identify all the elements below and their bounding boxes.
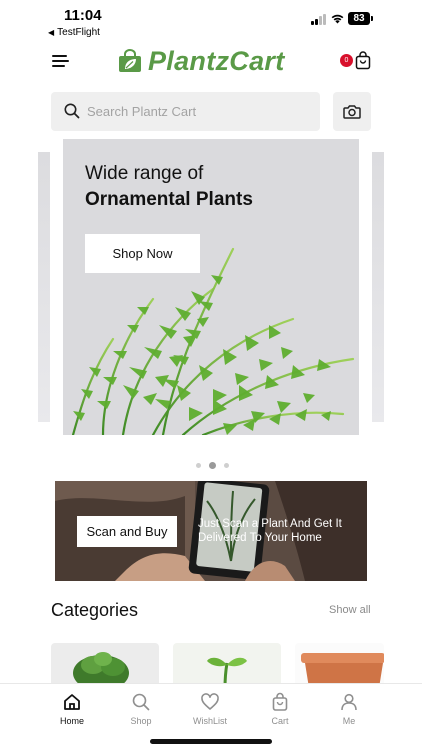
scan-banner-text: Just Scan a Plant And Get It Delivered T… [198, 518, 342, 544]
bag-icon [272, 692, 288, 711]
logo-text: PlantzCart [148, 45, 285, 76]
carousel-next-slide[interactable] [372, 152, 384, 422]
carousel-dot[interactable] [224, 463, 229, 469]
search-icon [64, 103, 80, 119]
hamburger-menu-icon[interactable] [52, 55, 69, 67]
home-indicator[interactable] [150, 739, 272, 744]
status-time: 11:04 [64, 7, 102, 24]
carousel-prev-slide[interactable] [38, 152, 50, 422]
terracotta-pot-image [301, 653, 384, 688]
person-icon [341, 693, 357, 711]
heart-icon [201, 693, 219, 710]
back-to-app-link[interactable]: ◀ TestFlight [48, 27, 100, 38]
carousel-dot[interactable] [196, 463, 201, 469]
hero-line2: Ornamental Plants [85, 189, 253, 210]
home-icon [64, 694, 80, 710]
camera-icon [343, 105, 361, 119]
nav-me[interactable]: Me [319, 692, 379, 726]
carousel-dot-active[interactable] [209, 462, 216, 470]
back-triangle-icon: ◀ [48, 28, 55, 37]
show-all-link[interactable]: Show all [329, 604, 371, 616]
shop-now-button[interactable]: Shop Now [85, 234, 200, 273]
app-logo: PlantzCart [118, 45, 285, 77]
logo-bag-icon [119, 49, 141, 72]
nav-wishlist-label: WishList [192, 716, 227, 726]
nav-cart-label: Cart [271, 716, 289, 726]
nav-me-label: Me [342, 716, 356, 726]
status-bar: 11:04 ◀ TestFlight 83 [0, 0, 422, 40]
seedling-image [207, 657, 247, 688]
header-cart-button[interactable]: 0 [340, 50, 372, 72]
nav-wishlist[interactable]: WishList [180, 692, 240, 726]
category-card[interactable] [51, 643, 159, 688]
categories-title: Categories [51, 600, 139, 620]
category-card[interactable] [173, 643, 281, 688]
battery-indicator: 83 [348, 12, 373, 25]
wifi-icon [331, 14, 344, 24]
nav-shop-label: Shop [130, 716, 152, 726]
category-card[interactable] [295, 643, 384, 688]
nav-cart[interactable]: Cart [250, 692, 310, 726]
shopping-bag-icon [355, 51, 371, 70]
cellular-signal-icon [311, 14, 327, 25]
plant-pot-image [73, 652, 129, 688]
nav-home-label: Home [59, 716, 84, 726]
carousel-dots [196, 457, 237, 475]
back-app-label: TestFlight [57, 27, 100, 38]
search-icon [132, 693, 150, 711]
cart-count-badge: 0 [340, 54, 353, 67]
camera-scan-button[interactable] [333, 92, 371, 131]
nav-shop[interactable]: Shop [111, 692, 171, 726]
nav-home[interactable]: Home [42, 692, 102, 726]
search-input[interactable] [87, 92, 312, 131]
hero-line1: Wide range of [85, 163, 204, 184]
scan-and-buy-banner[interactable]: Scan and Buy Just Scan a Plant And Get I… [55, 481, 367, 581]
hero-banner[interactable]: Wide range of Ornamental Plants Shop Now [63, 139, 359, 435]
search-bar[interactable] [51, 92, 320, 131]
scan-and-buy-button[interactable]: Scan and Buy [77, 516, 177, 547]
